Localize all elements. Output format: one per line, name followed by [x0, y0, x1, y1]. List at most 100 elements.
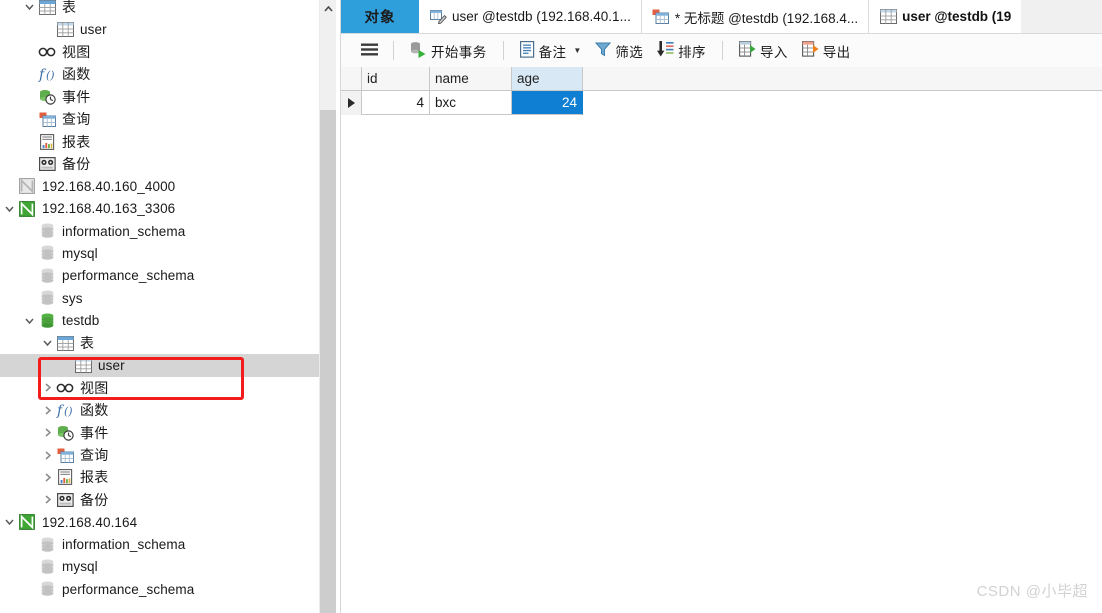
tab-label: user @testdb (19 — [902, 9, 1012, 24]
report-icon — [55, 469, 75, 486]
tree-node[interactable]: user — [0, 18, 336, 40]
table-icon — [879, 9, 897, 24]
tree-node-label: 查询 — [62, 111, 91, 128]
tree-node-label: 函数 — [80, 402, 109, 419]
chevron-right-icon[interactable] — [40, 428, 55, 437]
menu-button[interactable] — [355, 38, 384, 63]
tree-node[interactable]: testdb — [0, 309, 336, 331]
event-icon — [37, 89, 57, 105]
export-icon — [801, 41, 819, 60]
chevron-right-icon[interactable] — [40, 473, 55, 482]
chevron-down-icon[interactable] — [22, 318, 37, 324]
grid-toolbar: 开始事务 备注 ▼ 筛选 排序 导入 导出 — [341, 34, 1102, 68]
database-gray-icon — [37, 268, 57, 284]
database-green-icon — [37, 313, 57, 329]
tree-node[interactable]: 报表 — [0, 130, 336, 152]
tree-node[interactable]: 视图 — [0, 41, 336, 63]
tree-node-label: 报表 — [80, 469, 109, 486]
tree-node[interactable]: information_schema — [0, 533, 336, 555]
sort-button[interactable]: 排序 — [650, 38, 713, 63]
tree-node[interactable]: 备份 — [0, 489, 336, 511]
query-icon — [55, 448, 75, 463]
tree-node[interactable]: 192.168.40.163_3306 — [0, 198, 336, 220]
grid-column-header-age[interactable]: age — [512, 67, 583, 90]
tree-node-label: mysql — [62, 559, 98, 575]
import-label: 导入 — [759, 44, 788, 60]
sidebar-scrollbar-thumb[interactable] — [320, 110, 336, 613]
tab-3[interactable]: user @testdb (19 — [869, 0, 1022, 33]
chevron-right-icon[interactable] — [40, 495, 55, 504]
row-header[interactable] — [341, 91, 362, 115]
filter-button[interactable]: 筛选 — [588, 38, 650, 63]
chevron-right-icon[interactable] — [40, 450, 55, 460]
chevron-down-icon[interactable] — [22, 4, 37, 11]
chevron-down-icon[interactable]: ▼ — [573, 46, 581, 55]
tree-node[interactable]: 192.168.40.160_4000 — [0, 175, 336, 197]
note-button[interactable]: 备注 ▼ — [513, 38, 589, 63]
begin-transaction-icon — [410, 41, 427, 61]
sort-icon — [657, 41, 674, 60]
export-button[interactable]: 导出 — [795, 38, 858, 63]
tree-node[interactable]: user — [0, 354, 336, 377]
tree-node[interactable]: f() 函数 — [0, 63, 336, 85]
chevron-right-icon[interactable] — [40, 406, 55, 415]
grid-column-header-id[interactable]: id — [362, 67, 430, 90]
table-icon — [73, 357, 93, 373]
backup-icon — [37, 156, 57, 171]
scroll-up-arrow-icon[interactable] — [320, 0, 336, 17]
tree-node-label: 表 — [80, 335, 95, 352]
filter-label: 筛选 — [615, 44, 644, 60]
chevron-down-icon[interactable] — [2, 519, 17, 526]
tree-node[interactable]: 表 — [0, 0, 336, 18]
database-gray-icon — [37, 223, 57, 239]
tree-node[interactable]: 192.168.40.164 — [0, 511, 336, 533]
tab-1[interactable]: user @testdb (192.168.40.1... — [419, 0, 642, 33]
begin-transaction-button[interactable]: 开始事务 — [403, 38, 494, 63]
chevron-down-icon[interactable] — [2, 206, 17, 212]
tree-node[interactable]: mysql — [0, 556, 336, 578]
backup-icon — [55, 492, 75, 507]
chevron-down-icon[interactable] — [40, 340, 55, 347]
table-row[interactable]: 4 bxc 24 — [341, 91, 1102, 115]
grid-column-header-name[interactable]: name — [430, 67, 512, 90]
grid-cell-name[interactable]: bxc — [430, 91, 512, 115]
database-gray-icon — [37, 581, 57, 597]
tree-node-label: 192.168.40.164 — [42, 514, 138, 530]
designer-icon — [429, 9, 447, 24]
tree-node-label: user — [80, 22, 107, 38]
tree-node[interactable]: performance_schema — [0, 265, 336, 287]
tab-0[interactable]: 对象 — [341, 0, 419, 33]
tree-node[interactable]: 事件 — [0, 421, 336, 443]
tree-node[interactable]: 查询 — [0, 108, 336, 130]
tree-node[interactable]: sys — [0, 287, 336, 309]
database-gray-icon — [37, 559, 57, 575]
tree-node[interactable]: 事件 — [0, 86, 336, 108]
grid-cell-id[interactable]: 4 — [362, 91, 430, 115]
query-icon — [652, 9, 670, 24]
tree-node[interactable]: performance_schema — [0, 578, 336, 600]
tree-node-label: mysql — [62, 245, 98, 261]
tree-node[interactable]: f() 函数 — [0, 399, 336, 421]
grid-cell-age[interactable]: 24 — [512, 91, 583, 115]
grid-header-row: id name age — [341, 67, 1102, 91]
tree-node[interactable]: 报表 — [0, 466, 336, 488]
function-icon: f() — [37, 66, 57, 82]
tree-node[interactable]: information_schema — [0, 220, 336, 242]
tree-node[interactable]: 查询 — [0, 444, 336, 466]
tree-node-label: 查询 — [80, 447, 109, 463]
tree-node-label: 视图 — [62, 43, 91, 60]
tab-2[interactable]: * 无标题 @testdb (192.168.4... — [641, 0, 870, 33]
object-tree-pane: 表 user 视图 f() 函数 事件 查询 报表 备份 192.168.40.160_4000 1… — [0, 0, 336, 613]
tree-node[interactable]: mysql — [0, 242, 336, 264]
tree-node[interactable]: 视图 — [0, 377, 336, 399]
sidebar-scrollbar[interactable] — [319, 0, 336, 613]
tree-node-label: testdb — [62, 313, 100, 329]
tree-node-label: 事件 — [62, 88, 91, 105]
tree-node[interactable]: 表 — [0, 332, 336, 354]
import-button[interactable]: 导入 — [732, 38, 795, 63]
connection-green-icon — [17, 200, 37, 217]
chevron-right-icon[interactable] — [40, 383, 55, 392]
tree-node[interactable]: 备份 — [0, 153, 336, 175]
tree-node-label: 视图 — [80, 379, 109, 396]
view-icon — [55, 382, 75, 394]
